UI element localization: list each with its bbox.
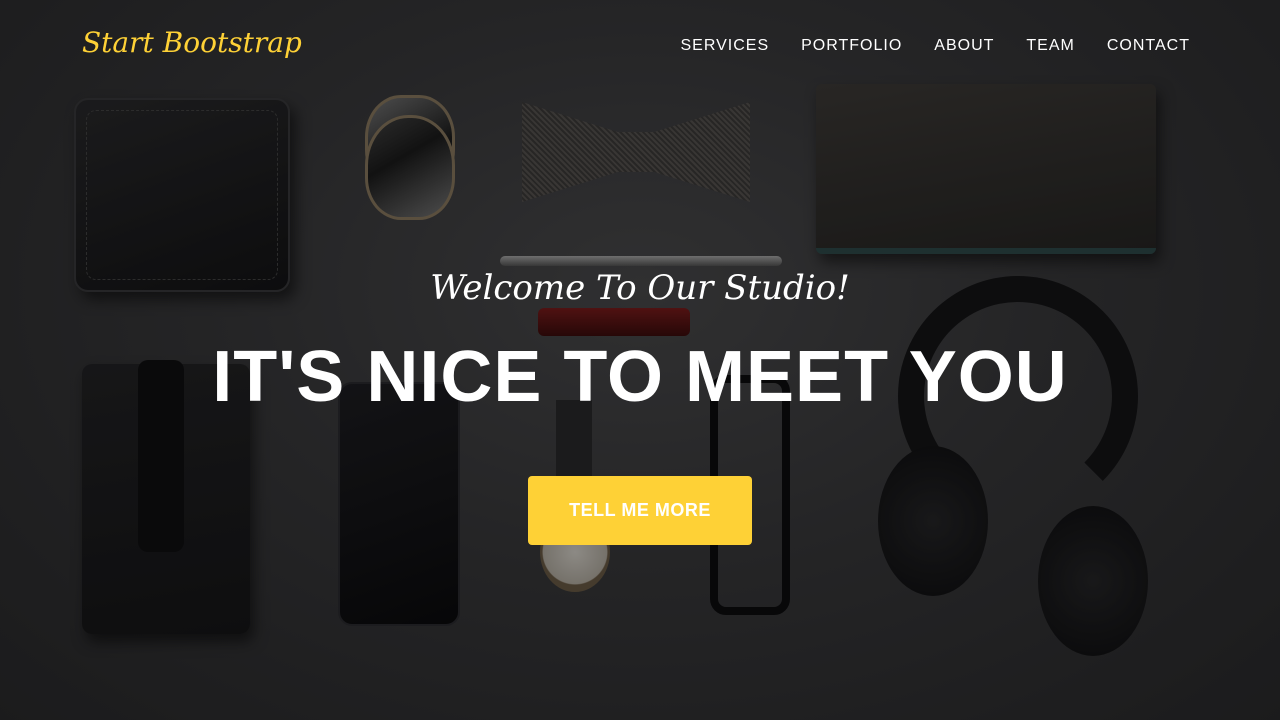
hero-subheading: Welcome To Our Studio!: [430, 268, 850, 308]
hero-heading: IT'S NICE TO MEET YOU: [212, 337, 1068, 417]
tell-me-more-button[interactable]: TELL ME MORE: [528, 476, 752, 545]
hero-section: Welcome To Our Studio! IT'S NICE TO MEET…: [0, 0, 1280, 720]
